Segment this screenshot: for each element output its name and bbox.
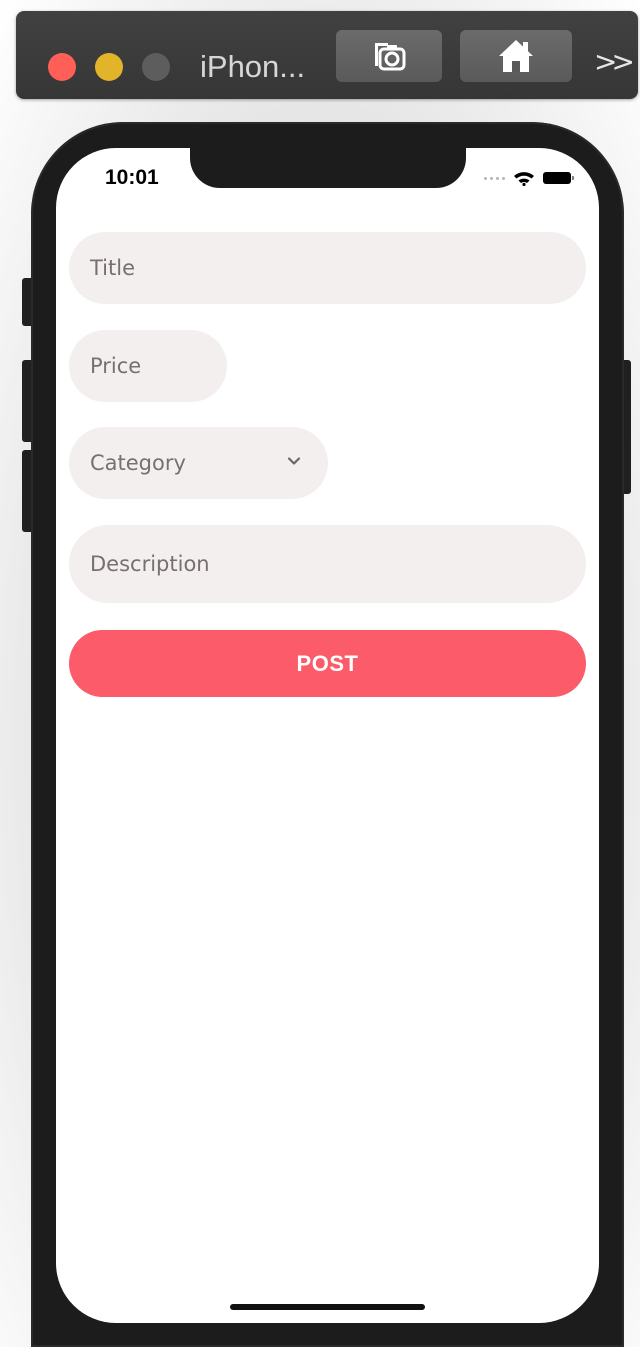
simulator-toolbar: iPhon... >> [16, 11, 638, 99]
category-placeholder: Category [90, 451, 186, 475]
minimize-window-button[interactable] [95, 53, 123, 81]
ringer-switch [22, 278, 31, 326]
home-indicator [230, 1304, 425, 1310]
category-select[interactable]: Category [69, 427, 328, 499]
screenshot-button[interactable] [336, 30, 442, 82]
status-time: 10:01 [105, 166, 159, 189]
more-icon[interactable]: >> [594, 45, 635, 78]
description-placeholder: Description [90, 552, 210, 576]
zoom-window-button[interactable] [142, 53, 170, 81]
post-button-label: POST [296, 650, 359, 676]
description-input[interactable]: Description [69, 525, 586, 603]
simulator-stage: iPhon... >> 10:01 Title Price Category D… [0, 0, 640, 1347]
wifi-icon [514, 172, 534, 186]
price-input[interactable]: Price [69, 330, 227, 402]
close-window-button[interactable] [48, 53, 76, 81]
home-icon [499, 40, 533, 72]
title-placeholder: Title [90, 256, 136, 280]
status-icons [484, 168, 574, 188]
home-button[interactable] [460, 30, 572, 82]
screenshot-icon [375, 43, 406, 71]
battery-icon [543, 172, 574, 184]
volume-down-button [22, 450, 31, 532]
post-button[interactable]: POST [69, 630, 586, 697]
price-placeholder: Price [90, 354, 142, 378]
phone-screen: 10:01 Title Price Category Description P… [56, 148, 599, 1323]
signal-icon [484, 176, 505, 180]
volume-up-button [22, 360, 31, 442]
device-name: iPhon... [200, 49, 306, 84]
title-input[interactable]: Title [69, 232, 586, 304]
chevron-down-icon [287, 457, 301, 465]
notch [190, 148, 466, 188]
